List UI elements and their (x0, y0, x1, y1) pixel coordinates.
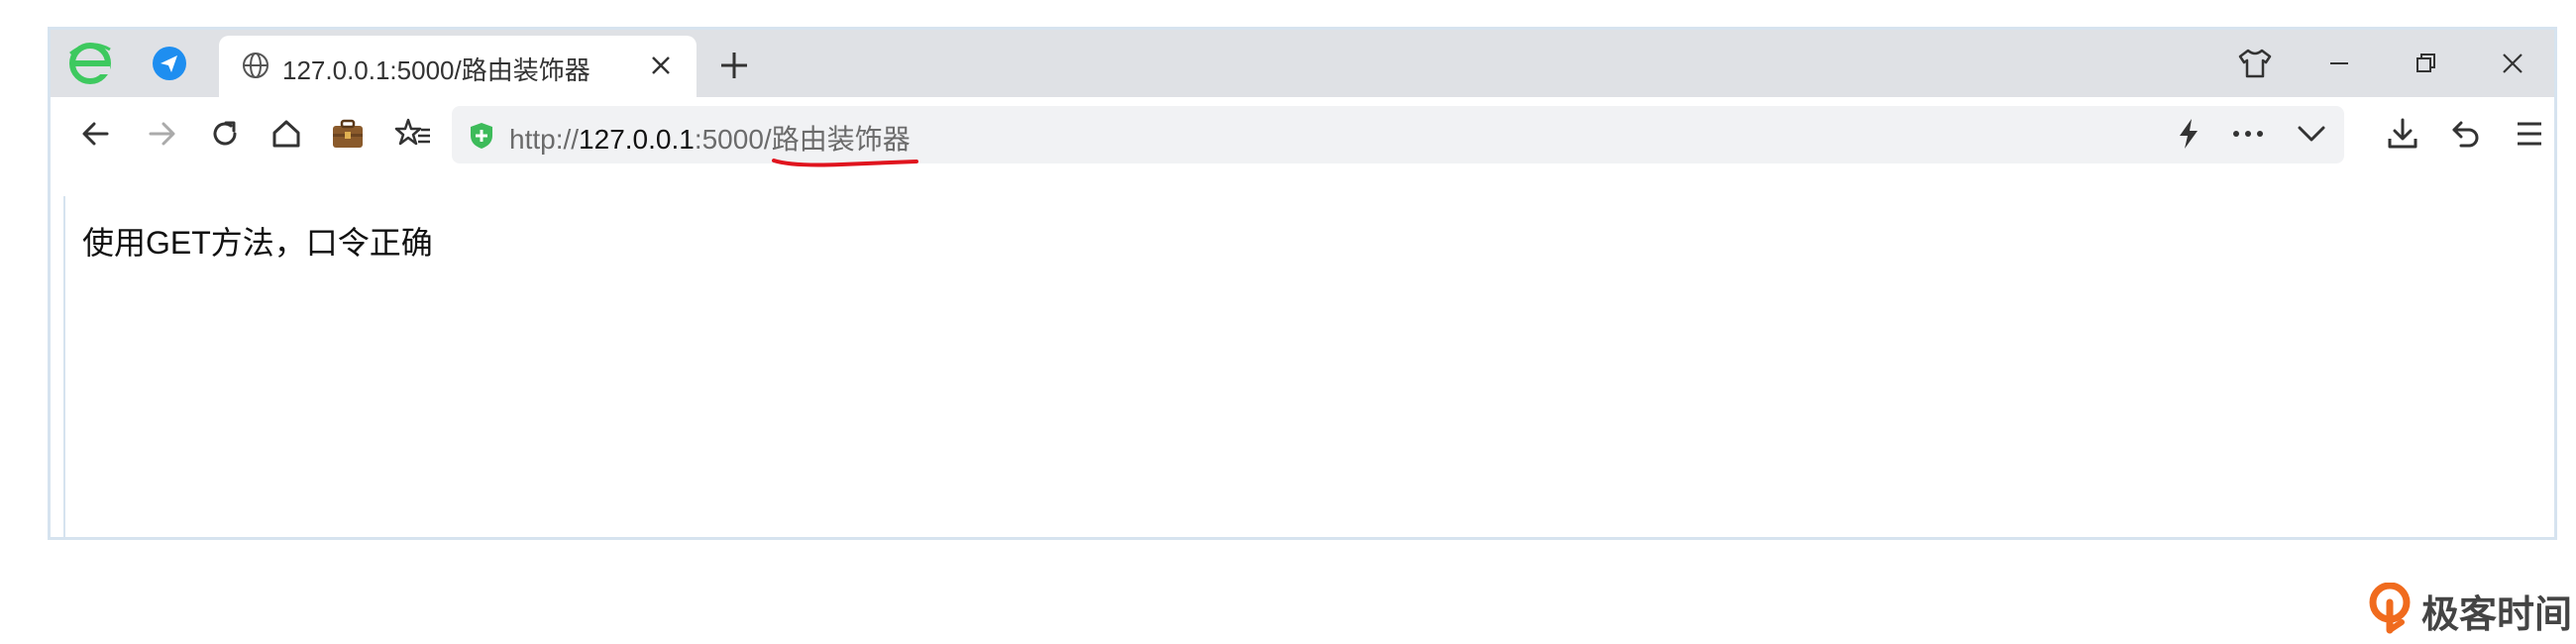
lightning-icon[interactable] (2161, 106, 2216, 161)
shield-plus-icon (468, 121, 495, 156)
url-path-text: 路由装饰器 (771, 124, 911, 155)
url-host: 127.0.0.1 (579, 124, 695, 155)
close-icon[interactable] (647, 52, 675, 84)
url-text[interactable]: http://127.0.0.1:5000/路由装饰器 (509, 118, 918, 167)
page-body-text: 使用GET方法，口令正确 (82, 225, 433, 261)
browser-window: 127.0.0.1:5000/路由装饰器 http://127.0.0.1:50… (48, 27, 2557, 540)
ie-logo-icon[interactable] (62, 36, 118, 91)
hamburger-icon[interactable] (2502, 106, 2557, 161)
watermark-text: 极客时间 (2421, 594, 2573, 636)
url-port: :5000/ (694, 124, 772, 155)
window-close-icon[interactable] (2485, 36, 2540, 91)
star-list-icon[interactable] (385, 106, 441, 161)
url-scheme: http:// (509, 124, 580, 155)
geektime-logo-icon (2368, 582, 2412, 639)
plus-icon[interactable] (706, 38, 762, 93)
watermark: 极客时间 (2368, 582, 2573, 639)
restore-icon[interactable] (2399, 36, 2454, 91)
paper-plane-icon[interactable] (142, 36, 197, 91)
globe-icon (241, 51, 270, 85)
tab-bar: 127.0.0.1:5000/路由装饰器 (51, 30, 2554, 97)
url-path: 路由装饰器 (771, 124, 918, 167)
chevron-down-icon[interactable] (2284, 106, 2339, 161)
tab-active[interactable]: 127.0.0.1:5000/路由装饰器 (219, 36, 697, 97)
home-icon[interactable] (259, 106, 314, 161)
tshirt-icon[interactable] (2227, 36, 2283, 91)
arrow-right-icon[interactable] (134, 106, 189, 161)
arrow-left-icon[interactable] (68, 106, 124, 161)
page-content: 使用GET方法，口令正确 (63, 196, 2554, 537)
reload-icon[interactable] (197, 106, 253, 161)
tab-title: 127.0.0.1:5000/路由装饰器 (282, 55, 590, 85)
toolbar: http://127.0.0.1:5000/路由装饰器 (51, 97, 2554, 196)
briefcase-icon[interactable] (320, 106, 376, 161)
address-bar[interactable]: http://127.0.0.1:5000/路由装饰器 (452, 106, 2344, 167)
undo-icon[interactable] (2438, 106, 2494, 161)
red-underline-annotation (771, 159, 918, 167)
download-icon[interactable] (2375, 106, 2430, 161)
ellipsis-icon[interactable] (2220, 106, 2276, 161)
minimize-icon[interactable] (2311, 36, 2367, 91)
